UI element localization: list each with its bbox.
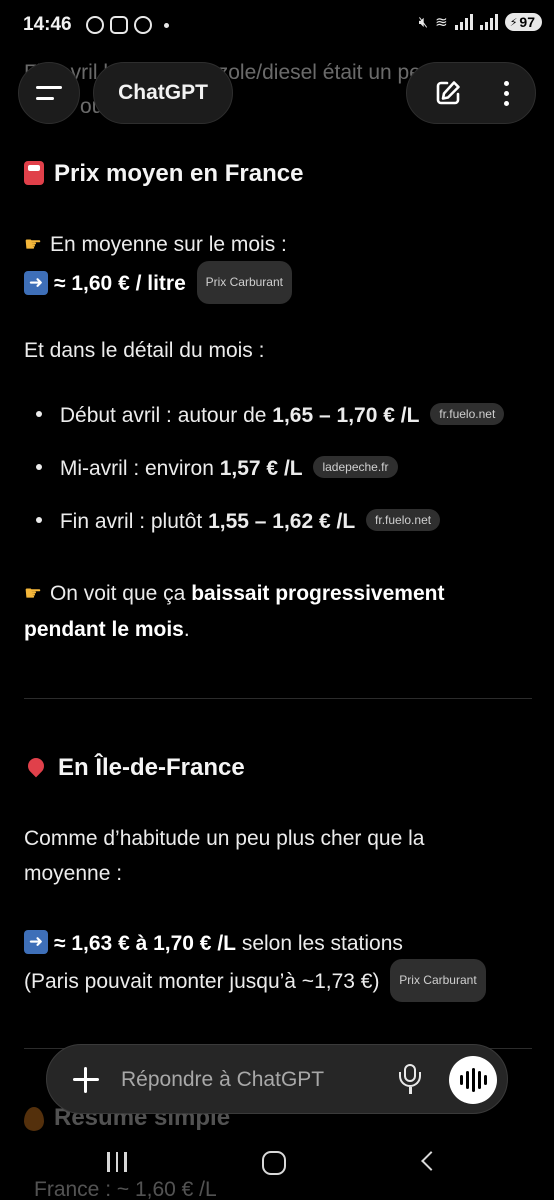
location-pin-icon <box>24 754 48 777</box>
message-input[interactable] <box>121 1063 371 1097</box>
notification-icons <box>86 16 169 34</box>
source-chip[interactable]: ladepeche.fr <box>313 456 398 479</box>
average-paragraph: ☛ En moyenne sur le mois : ➜ ≈ 1,60 € / li… <box>24 227 534 306</box>
conclusion-paragraph: ☛ On voit que ça baissait progressivement… <box>24 576 524 647</box>
wifi-icon: ≋ <box>435 13 448 31</box>
back-button[interactable] <box>421 1151 441 1171</box>
home-button[interactable] <box>262 1151 286 1175</box>
messenger-icon <box>134 16 152 34</box>
right-arrow-icon: ➜ <box>24 930 48 955</box>
more-options-icon[interactable] <box>503 80 509 106</box>
battery-level: 97 <box>519 14 535 30</box>
source-chip[interactable]: fr.fuelo.net <box>366 509 441 532</box>
source-chip[interactable]: Prix Carburant <box>196 261 292 304</box>
right-arrow-icon: ➜ <box>24 270 48 295</box>
status-time: 14:46 <box>23 14 72 35</box>
list-item: Fin avril : plutôt 1,55 – 1,62 € /L fr.f… <box>36 509 441 534</box>
pointing-hand-icon: ☛ <box>24 583 42 605</box>
source-chip[interactable]: Prix Carburant <box>390 959 486 1002</box>
section-heading-france: Prix moyen en France <box>24 160 303 188</box>
battery-icon: ⚡︎ 97 <box>504 13 542 31</box>
signal-icon <box>479 14 498 30</box>
section-heading-idf: En Île-de-France <box>24 754 245 782</box>
detail-intro: Et dans le détail du mois : <box>24 339 265 362</box>
add-attachment-button[interactable] <box>73 1067 99 1093</box>
message-composer <box>46 1044 508 1114</box>
system-navigation-bar <box>0 1138 554 1190</box>
pointing-hand-icon: ☛ <box>24 234 42 256</box>
model-title-button[interactable]: ChatGPT <box>93 62 233 124</box>
recent-apps-button[interactable] <box>107 1152 127 1172</box>
screen-record-icon <box>110 16 128 34</box>
list-item: Début avril : autour de 1,65 – 1,70 € /L… <box>36 403 505 428</box>
new-chat-button[interactable] <box>434 79 462 107</box>
section-divider <box>24 698 532 699</box>
idf-intro: Comme d’habitude un peu plus cher que la… <box>24 827 425 885</box>
status-bar: 14:46 🔇︎ ≋ ⚡︎ 97 <box>0 0 554 52</box>
list-item: Mi-avril : environ 1,57 € /L ladepeche.f… <box>36 456 398 481</box>
source-chip[interactable]: fr.fuelo.net <box>430 403 505 426</box>
notification-dot <box>164 22 169 28</box>
idf-range-value: ≈ 1,63 € à 1,70 € /L <box>54 932 236 955</box>
menu-button[interactable] <box>18 62 80 124</box>
microphone-button[interactable] <box>397 1064 423 1096</box>
voice-mode-button[interactable] <box>449 1056 497 1104</box>
edit-icon <box>436 81 460 105</box>
signal-icon <box>454 14 473 30</box>
system-icons: 🔇︎ ≋ ⚡︎ 97 <box>419 13 542 31</box>
idf-range-paragraph: ➜ ≈ 1,63 € à 1,70 € /L selon les stations… <box>24 926 534 1004</box>
hamburger-icon <box>36 86 62 100</box>
fuel-pump-icon <box>24 160 44 185</box>
header-actions <box>406 62 536 124</box>
instagram-icon <box>86 16 104 34</box>
mute-icon: 🔇︎ <box>418 13 429 31</box>
average-value: ≈ 1,60 € / litre <box>54 272 186 296</box>
fire-icon <box>24 1106 44 1131</box>
